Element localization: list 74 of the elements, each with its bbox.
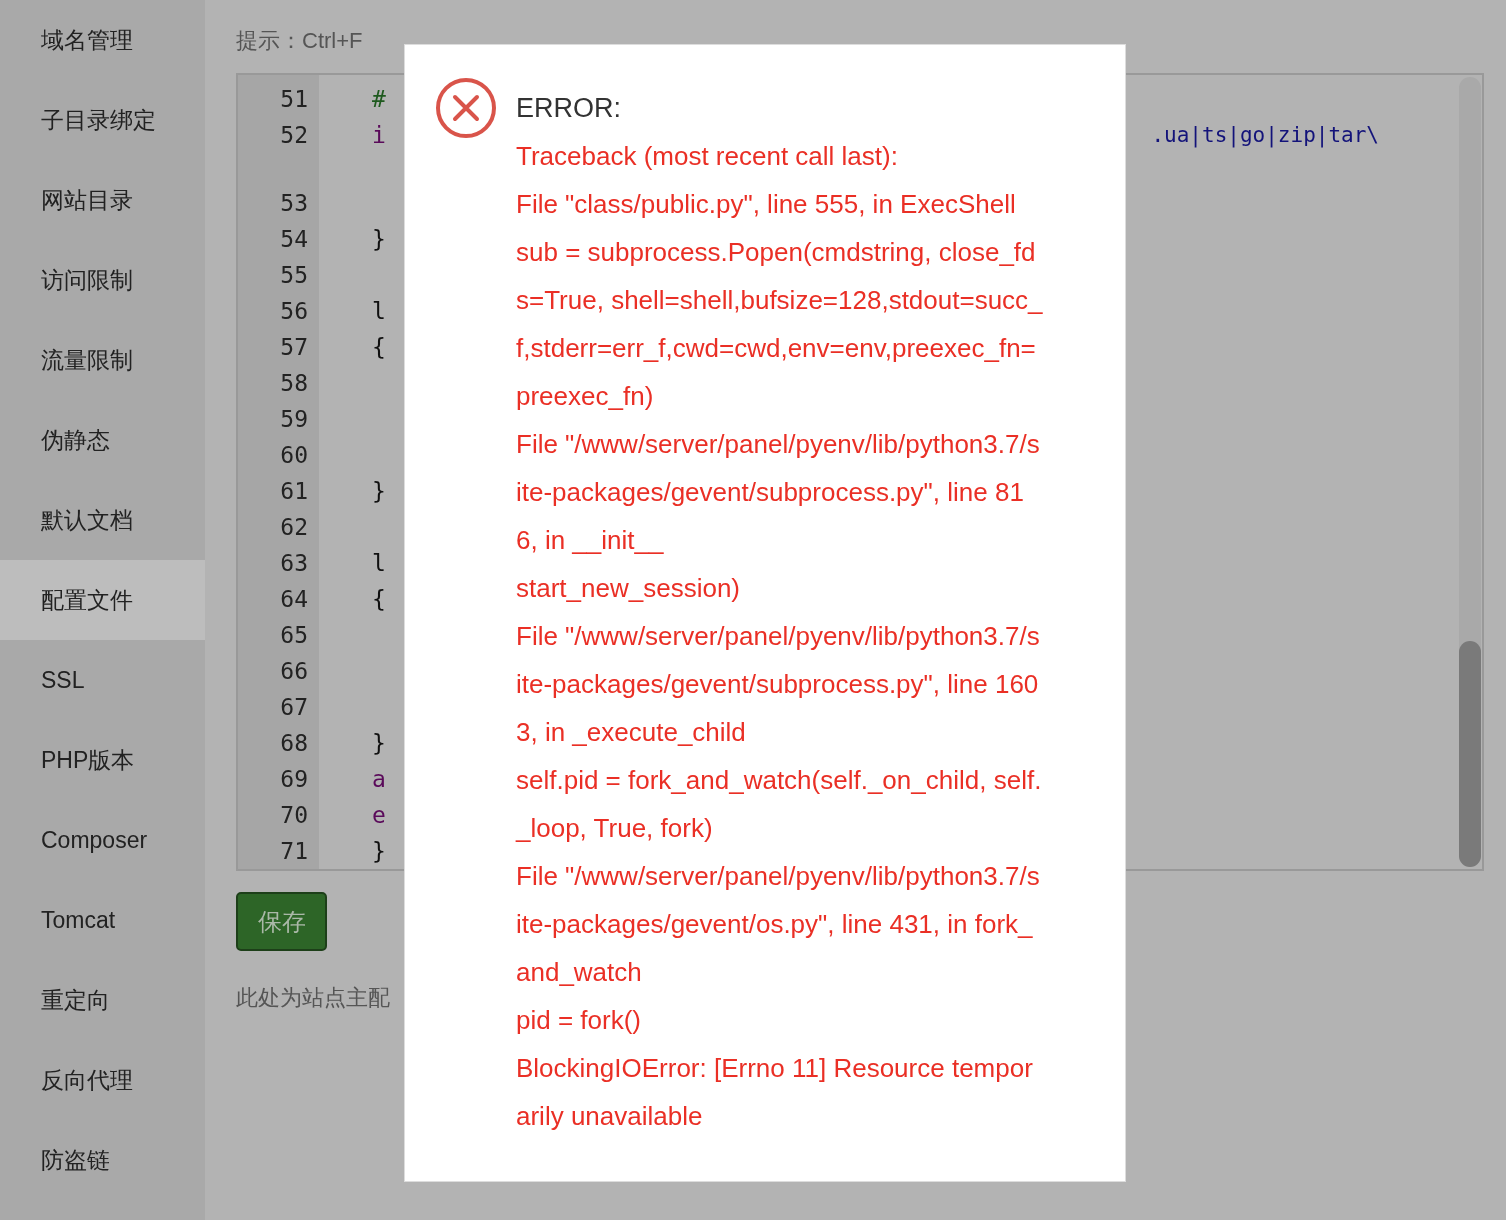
error-line: sub = subprocess.Popen(cmdstring, close_fd: [516, 236, 1037, 269]
line-number: 60: [279, 441, 308, 470]
line-number: 64: [279, 585, 308, 614]
error-line: ite-packages/gevent/subprocess.py", line 160: [516, 668, 1040, 701]
error-line: File "/www/server/panel/pyenv/lib/python3.7/s: [516, 860, 1041, 893]
line-number: 65: [279, 621, 308, 650]
line-number: 71: [279, 837, 308, 866]
code-text: {: [372, 585, 386, 614]
sidebar-item[interactable]: 重定向: [0, 960, 205, 1040]
line-number: 62: [279, 513, 308, 542]
code-text: }: [372, 729, 386, 758]
sidebar-item[interactable]: 流量限制: [0, 320, 205, 400]
line-number: 56: [279, 297, 308, 326]
line-number: 67: [279, 693, 308, 722]
line-number: 52: [279, 121, 308, 150]
error-line: and_watch: [516, 956, 643, 989]
sidebar-item[interactable]: Composer: [0, 800, 205, 880]
error-line: Traceback (most recent call last):: [516, 140, 899, 173]
line-number: 63: [279, 549, 308, 578]
code-text: #: [372, 85, 386, 114]
error-line: arily unavailable: [516, 1100, 704, 1133]
code-text: }: [372, 225, 386, 254]
line-number: 58: [279, 369, 308, 398]
error-line: 3, in _execute_child: [516, 716, 747, 749]
sidebar-item[interactable]: 访问限制: [0, 240, 205, 320]
code-text: e: [372, 801, 386, 830]
line-number: 51: [279, 85, 308, 114]
line-number: 61: [279, 477, 308, 506]
code-text: .ua|ts|go|zip|tar\: [1151, 122, 1379, 150]
sidebar-item[interactable]: 默认文档: [0, 480, 205, 560]
code-text: i: [372, 121, 386, 150]
dialog-title: ERROR:: [516, 92, 622, 125]
error-line: File "/www/server/panel/pyenv/lib/python3.7/s: [516, 620, 1041, 653]
code-text: l: [372, 549, 386, 578]
line-number: 54: [279, 225, 308, 254]
sidebar-item[interactable]: 伪静态: [0, 400, 205, 480]
sidebar-item[interactable]: 域名管理: [0, 0, 205, 80]
error-line: ite-packages/gevent/subprocess.py", line 81: [516, 476, 1025, 509]
error-line: f,stderr=err_f,cwd=cwd,env=env,preexec_fn=: [516, 332, 1037, 365]
line-number: 69: [279, 765, 308, 794]
sidebar-item[interactable]: 反向代理: [0, 1040, 205, 1120]
error-line: File "/www/server/panel/pyenv/lib/python3.7/s: [516, 428, 1041, 461]
code-text: }: [372, 837, 386, 866]
sidebar-item[interactable]: 子目录绑定: [0, 80, 205, 160]
code-text: l: [372, 297, 386, 326]
line-number: 70: [279, 801, 308, 830]
error-line: ite-packages/gevent/os.py", line 431, in fork_: [516, 908, 1034, 941]
sidebar-item[interactable]: 防盗链: [0, 1120, 205, 1200]
error-line: File "class/public.py", line 555, in ExecShell: [516, 188, 1017, 221]
code-text: }: [372, 477, 386, 506]
line-number: 66: [279, 657, 308, 686]
line-number: 59: [279, 405, 308, 434]
sidebar-item[interactable]: PHP版本: [0, 720, 205, 800]
error-icon: [435, 77, 497, 139]
error-line: pid = fork(): [516, 1004, 642, 1037]
error-line: _loop, True, fork): [516, 812, 714, 845]
line-number: 57: [279, 333, 308, 362]
line-number: 68: [279, 729, 308, 758]
error-line: start_new_session): [516, 572, 741, 605]
error-line: s=True, shell=shell,bufsize=128,stdout=succ_: [516, 284, 1043, 317]
sidebar-item[interactable]: Tomcat: [0, 880, 205, 960]
code-text: a: [372, 765, 386, 794]
note-text: 此处为站点主配: [236, 984, 391, 1012]
hint-text: 提示：Ctrl+F: [236, 27, 364, 55]
error-line: 6, in __init__: [516, 524, 665, 557]
sidebar-item[interactable]: SSL: [0, 640, 205, 720]
error-line: BlockingIOError: [Errno 11] Resource tempor: [516, 1052, 1034, 1085]
code-text: {: [372, 333, 386, 362]
error-line: preexec_fn): [516, 380, 655, 413]
line-number: 55: [279, 261, 308, 290]
sidebar-item[interactable]: 网站目录: [0, 160, 205, 240]
sidebar-item[interactable]: 配置文件: [0, 560, 205, 640]
error-line: self.pid = fork_and_watch(self._on_child, self.: [516, 764, 1043, 797]
line-number: 53: [279, 189, 308, 218]
